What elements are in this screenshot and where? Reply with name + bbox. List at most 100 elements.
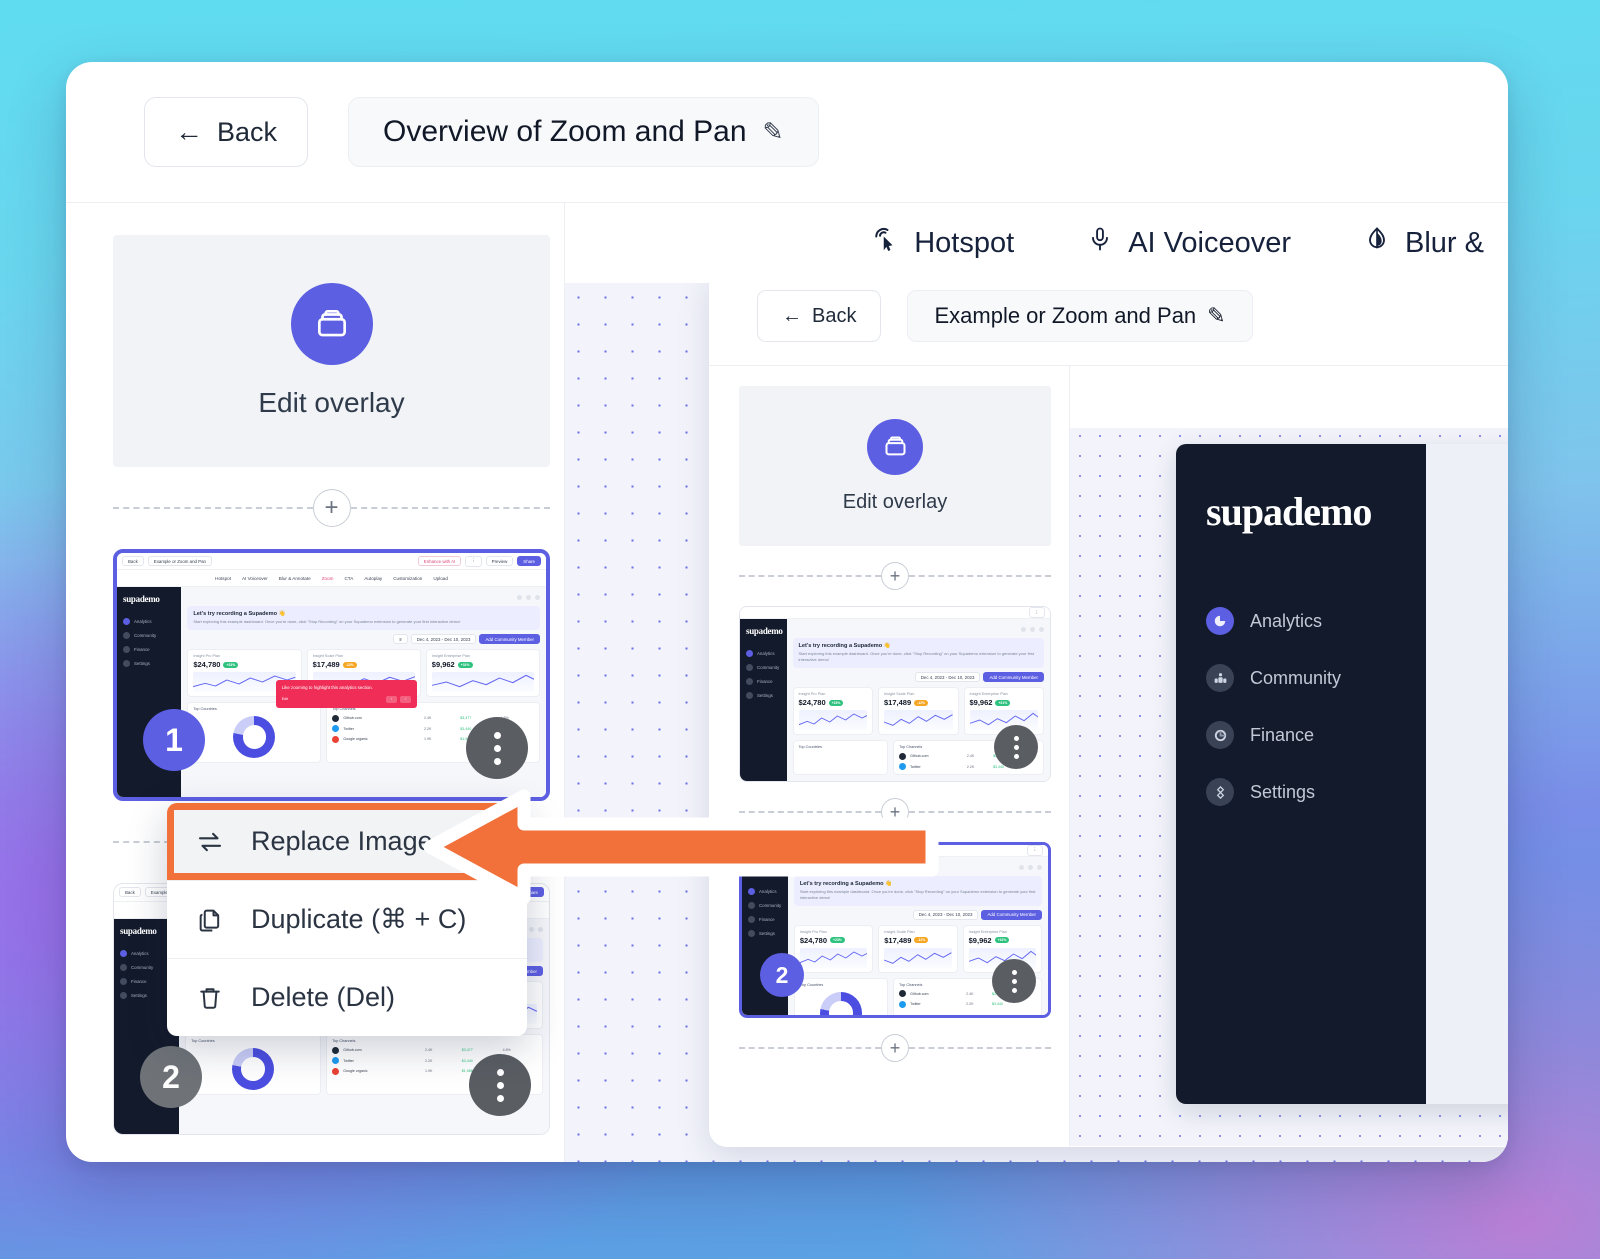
- nested-toolbar: Hotspot: [1070, 366, 1508, 428]
- pencil-icon[interactable]: ✎: [1207, 303, 1225, 329]
- mini-tool-blur: Blur & Annotate: [278, 575, 311, 581]
- zoom-tooltip: Like zooming to highlight this analytics…: [275, 679, 418, 708]
- editor-canvas-pane: Hotspot AI Voiceover Blur & ← Back Examp…: [564, 203, 1508, 1162]
- step-thumbnail-1[interactable]: Back Example or Zoom and Pan Enhance wit…: [113, 549, 550, 801]
- dash-left: [113, 507, 313, 509]
- toolbar-label: AI Voiceover: [1128, 226, 1292, 259]
- context-menu-item-delete[interactable]: Delete (Del): [167, 959, 527, 1036]
- editor-toolbar: Hotspot AI Voiceover Blur &: [565, 203, 1508, 283]
- mini-tool-upload: Upload: [433, 575, 448, 581]
- back-arrow-icon: ←: [175, 116, 203, 147]
- nested-add-step-button[interactable]: +: [881, 562, 909, 590]
- app-window: ← Back Overview of Zoom and Pan ✎ Edit o…: [66, 62, 1508, 1162]
- sidebar-item-settings[interactable]: Settings: [1206, 778, 1396, 806]
- edit-overlay-card[interactable]: Edit overlay: [113, 235, 550, 467]
- add-step-button[interactable]: +: [312, 489, 351, 527]
- finance-icon: [1206, 721, 1234, 749]
- demo-title-field[interactable]: Overview of Zoom and Pan ✎: [348, 97, 819, 167]
- pencil-icon[interactable]: ✎: [763, 117, 784, 147]
- mini-topbar: Back Example or Zoom and Pan Enhance wit…: [117, 553, 546, 571]
- nested-step-thumbnail-1[interactable]: ⋮ supademo Analytics Community Finance S…: [739, 606, 1051, 782]
- community-icon: [1206, 664, 1234, 692]
- archive-box-icon: [290, 283, 373, 365]
- mini-preview-chip: Preview: [485, 556, 514, 567]
- zoom-tooltip-text: Like zooming to highlight this analytics…: [281, 684, 373, 690]
- mini-logo: supademo: [123, 594, 160, 605]
- mini-date-chip: Dec 4, 2023 - Dec 10, 2023: [410, 634, 477, 645]
- nested-back-label: Back: [812, 304, 857, 327]
- mini-toolbar: Hotspot AI Voiceover Blur & Annotate Zoo…: [117, 570, 546, 588]
- table-row: Github.com2.4K$3,4774.8%: [332, 1046, 537, 1054]
- toolbar-item-ai-voiceover[interactable]: AI Voiceover: [1086, 225, 1291, 261]
- nested-add-step-divider-1: +: [739, 562, 1051, 590]
- donut-chart: [820, 991, 863, 1015]
- mini-nav-list: Analytics Community Finance Settings: [123, 618, 175, 668]
- copy-icon: [195, 905, 225, 935]
- mini-enhance-chip: Enhance with AI: [417, 556, 462, 567]
- mini-stat-card: Insight Scale Plan $17,489-12%: [878, 924, 958, 973]
- nested-back-button[interactable]: ← Back: [757, 290, 882, 342]
- mini-primary-action: Add Community Member: [479, 634, 540, 645]
- sidebar-item-finance[interactable]: Finance: [1206, 721, 1396, 749]
- mini-share-chip: Share: [517, 556, 541, 567]
- top-bar: ← Back Overview of Zoom and Pan ✎: [66, 62, 1508, 202]
- mini-stat-card: Insight Pro Plan $24,780+23%: [793, 924, 874, 973]
- nested-add-step-button[interactable]: +: [881, 1034, 909, 1062]
- sidebar-item-community[interactable]: Community: [1206, 664, 1396, 692]
- toolbar-item-blur-annotate[interactable]: Blur &: [1363, 225, 1484, 261]
- mini-tool-zoom: Zoom: [321, 575, 334, 581]
- nested-title-field[interactable]: Example or Zoom and Pan ✎: [907, 290, 1253, 342]
- archive-box-icon: [867, 418, 923, 475]
- mini-tool-voiceover: AI Voiceover: [241, 575, 268, 581]
- back-button-label: Back: [217, 116, 278, 147]
- step-number-badge: 2: [140, 1046, 202, 1108]
- mini-countries-box: Top Countries: [187, 702, 322, 764]
- step-options-button[interactable]: [469, 1054, 531, 1116]
- cursor-click-icon: [870, 224, 900, 262]
- nested-step-options-button[interactable]: [994, 725, 1038, 769]
- nested-step-number-badge: 2: [760, 953, 804, 997]
- mini-nav-settings: Settings: [123, 660, 175, 668]
- nested-split: Edit overlay + ⋮ supademo Analytics Comm…: [709, 365, 1508, 1146]
- supademo-logo: supademo: [1206, 489, 1372, 534]
- preview-nav-list: Analytics Community Finance Settings: [1206, 607, 1396, 806]
- step-number-badge: 1: [143, 709, 205, 771]
- mini-more-chip: ⋮: [465, 555, 482, 567]
- mini-back-chip: Back: [119, 887, 141, 898]
- nested-step-options-button[interactable]: [992, 959, 1036, 1003]
- nested-add-step-divider-3: +: [739, 1034, 1051, 1062]
- preview-sidebar: supademo Analytics Community Finance Set…: [1176, 444, 1426, 1104]
- mini-stat-card: Insight Enterprise Plan $9,962+31%: [425, 649, 540, 698]
- nested-title-text: Example or Zoom and Pan: [934, 303, 1197, 328]
- toolbar-label: Hotspot: [914, 226, 1015, 259]
- toolbar-label: Blur &: [1405, 226, 1484, 259]
- mini-back-chip: Back: [122, 556, 144, 567]
- add-step-divider-1: +: [113, 489, 550, 527]
- swap-arrows-icon: [195, 827, 225, 857]
- mini-tool-cta: CTA: [344, 575, 354, 581]
- blur-leaf-icon: [1363, 225, 1391, 261]
- nested-canvas-pane: Hotspot: [1069, 366, 1508, 1146]
- mini-banner-title: Let's try recording a Supademo 👋: [193, 611, 286, 618]
- mini-tool-customization: Customization: [393, 575, 423, 581]
- mini-title-chip: Example or Zoom and Pan: [147, 556, 212, 567]
- mini-filter-row: ≡ Dec 4, 2023 - Dec 10, 2023 Add Communi…: [187, 634, 540, 645]
- sidebar-item-label: Finance: [1250, 724, 1315, 745]
- toolbar-item-hotspot[interactable]: Hotspot: [870, 224, 1014, 262]
- sidebar-item-label: Community: [1250, 667, 1342, 688]
- sidebar-item-analytics[interactable]: Analytics: [1206, 607, 1396, 635]
- mini-nav-finance: Finance: [123, 646, 175, 654]
- zoom-tooltip-link: Edit: [281, 696, 288, 701]
- dash-right: [350, 507, 550, 509]
- analytics-icon: [1206, 607, 1234, 635]
- back-button[interactable]: ← Back: [144, 97, 309, 167]
- mini-filter-chip: ≡: [393, 634, 408, 645]
- mini-tool-autoplay: Autoplay: [364, 575, 383, 581]
- nested-window-preview: ← Back Example or Zoom and Pan ✎ Edit ov…: [709, 267, 1508, 1147]
- nested-edit-overlay-label: Edit overlay: [842, 490, 948, 513]
- demo-title-text: Overview of Zoom and Pan: [383, 115, 747, 148]
- callout-arrow: [412, 766, 942, 916]
- mini-tool-hotspot: Hotspot: [215, 575, 231, 581]
- nested-edit-overlay-card[interactable]: Edit overlay: [739, 386, 1051, 546]
- mini-header-icons: [187, 593, 540, 602]
